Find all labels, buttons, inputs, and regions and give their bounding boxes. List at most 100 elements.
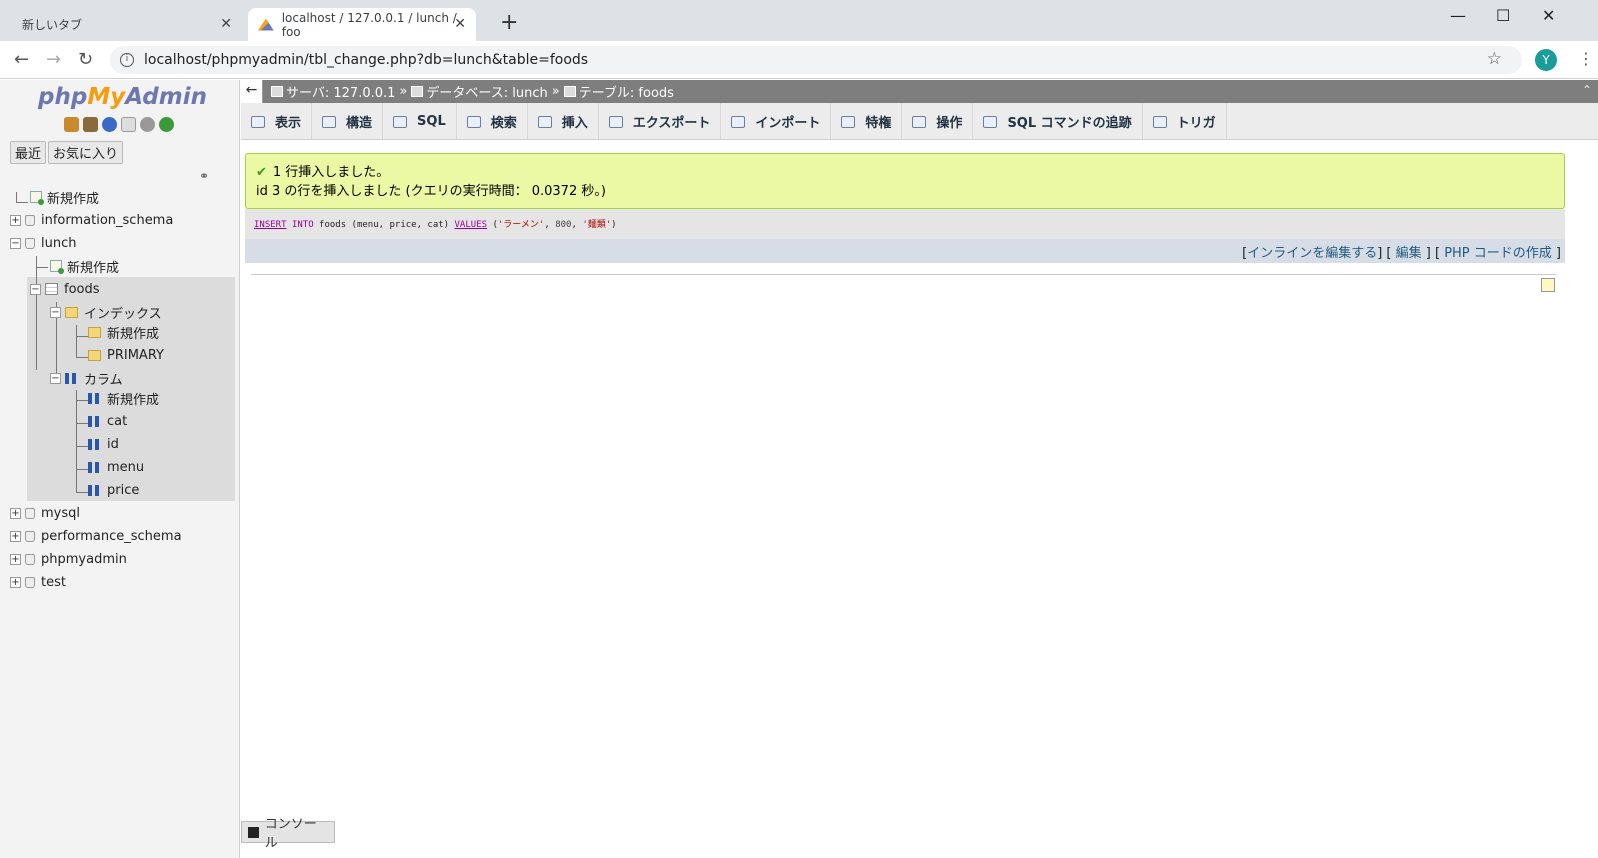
search-icon xyxy=(466,115,481,128)
menu-kebab-icon[interactable]: ⋮ xyxy=(1578,49,1594,68)
browser-tab-phpmyadmin[interactable]: localhost / 127.0.0.1 / lunch / foo ✕ xyxy=(248,8,476,41)
php-code-link[interactable]: PHP コードの作成 xyxy=(1444,246,1552,261)
tab-operations[interactable]: 操作 xyxy=(902,103,974,140)
tab-triggers[interactable]: トリガ xyxy=(1143,103,1227,140)
success-message: ✔ 1 行挿入しました。 id 3 の行を挿入しました (クエリの実行時間： 0.… xyxy=(245,153,1565,209)
minimize-icon[interactable]: — xyxy=(1450,6,1466,25)
url-input[interactable]: i localhost/phpmyadmin/tbl_change.php?db… xyxy=(110,46,1522,74)
favorites-button[interactable]: お気に入り xyxy=(48,141,124,164)
collapse-icon[interactable]: − xyxy=(10,237,21,249)
table-icon xyxy=(45,283,58,295)
table-tabs: 表示 構造 SQL 検索 挿入 エクスポート インポート 特権 操作 SQL コ… xyxy=(241,103,1598,140)
breadcrumb-server[interactable]: サーバ: 127.0.0.1 xyxy=(286,82,395,101)
info-icon[interactable]: i xyxy=(120,53,134,67)
docs-icon[interactable] xyxy=(121,117,136,132)
close-window-icon[interactable]: ✕ xyxy=(1542,6,1555,25)
tree-label: 新規作成 xyxy=(107,392,160,408)
expand-icon[interactable]: + xyxy=(10,530,21,542)
tree-item-column-price[interactable]: price xyxy=(88,479,139,501)
collapse-icon[interactable]: − xyxy=(30,283,41,295)
back-icon[interactable]: ← xyxy=(14,49,29,70)
browser-tab-label: localhost / 127.0.0.1 / lunch / foo xyxy=(281,10,457,39)
collapse-topbar-icon[interactable]: ⌃ xyxy=(1582,83,1592,97)
logout-icon[interactable] xyxy=(83,117,98,132)
tab-label: 挿入 xyxy=(561,116,588,131)
home-icon[interactable] xyxy=(64,117,79,132)
collapse-nav-icon[interactable]: ← xyxy=(241,80,263,103)
tree-item-lunch[interactable]: − lunch xyxy=(10,232,76,254)
forward-icon[interactable]: → xyxy=(46,49,61,70)
console-button[interactable]: コンソール xyxy=(241,817,335,851)
url-text: localhost/phpmyadmin/tbl_change.php?db=l… xyxy=(144,52,589,68)
tree-item-lunch-new[interactable]: 新規作成 xyxy=(50,255,119,277)
help-icon[interactable] xyxy=(102,117,117,132)
collapse-icon[interactable]: − xyxy=(50,306,61,318)
tree-item-column-cat[interactable]: cat xyxy=(88,410,127,432)
tree-line xyxy=(76,469,88,470)
tab-import[interactable]: インポート xyxy=(721,103,832,140)
expand-icon[interactable]: + xyxy=(10,507,21,519)
tree-line xyxy=(76,446,88,447)
expand-icon[interactable]: + xyxy=(10,553,21,565)
tree-label: test xyxy=(41,574,66,590)
tree-item-indexes[interactable]: − インデックス xyxy=(50,301,162,323)
phpmyadmin-logo[interactable]: phpMyAdmin xyxy=(38,84,207,110)
console-label: コンソール xyxy=(264,817,317,851)
tab-tracking[interactable]: SQL コマンドの追跡 xyxy=(973,103,1143,140)
tab-insert[interactable]: 挿入 xyxy=(528,103,599,140)
tree-item-performance-schema[interactable]: + performance_schema xyxy=(10,525,182,547)
tree-line xyxy=(76,357,88,358)
expand-icon[interactable]: + xyxy=(10,214,21,226)
tree-item-column-id[interactable]: id xyxy=(88,433,119,455)
collapse-icon[interactable]: − xyxy=(50,372,61,384)
edit-link[interactable]: 編集 xyxy=(1396,246,1422,261)
tree-label: lunch xyxy=(41,235,77,251)
tree-label: menu xyxy=(107,459,145,475)
tab-search[interactable]: 検索 xyxy=(457,103,528,140)
tree-item-phpmyadmin[interactable]: + phpmyadmin xyxy=(10,548,127,570)
bookmark-star-icon[interactable]: ☆ xyxy=(1487,49,1502,69)
navigation-panel: phpMyAdmin 最近 お気に入り ⚭ 新規作成 + information… xyxy=(0,80,240,858)
column-icon xyxy=(88,484,99,496)
tab-structure[interactable]: 構造 xyxy=(312,103,384,140)
tree-item-column-menu[interactable]: menu xyxy=(88,456,144,478)
profile-avatar[interactable]: Y xyxy=(1535,49,1557,71)
tree-item-mysql[interactable]: + mysql xyxy=(10,502,80,524)
tree-item-information-schema[interactable]: + information_schema xyxy=(10,209,173,231)
tree-item-index-new[interactable]: 新規作成 xyxy=(88,321,159,343)
tab-label: インポート xyxy=(755,116,821,131)
browser-tab-new[interactable]: 新しいタブ ✕ xyxy=(2,8,242,41)
tab-browse[interactable]: 表示 xyxy=(241,103,313,140)
success-line1: 1 行挿入しました。 xyxy=(272,165,390,180)
tree-item-new-db[interactable]: 新規作成 xyxy=(30,186,99,208)
tab-label: 特権 xyxy=(865,116,892,131)
expand-icon[interactable]: + xyxy=(10,576,21,588)
tab-privileges[interactable]: 特権 xyxy=(831,103,903,140)
tab-sql[interactable]: SQL xyxy=(383,103,457,140)
maximize-icon[interactable]: ☐ xyxy=(1496,6,1510,25)
gear-icon[interactable] xyxy=(140,117,155,132)
recent-favorites: 最近 お気に入り xyxy=(10,141,124,164)
inline-edit-link[interactable]: インラインを編集する xyxy=(1247,246,1377,261)
tree-item-primary[interactable]: PRIMARY xyxy=(88,344,164,366)
tab-export[interactable]: エクスポート xyxy=(599,103,722,140)
close-tab-icon[interactable]: ✕ xyxy=(454,16,466,32)
tree-item-column-new[interactable]: 新規作成 xyxy=(88,387,159,409)
bookmark-note-icon[interactable] xyxy=(1541,278,1555,292)
breadcrumb-database[interactable]: データベース: lunch xyxy=(426,82,547,101)
breadcrumb-table[interactable]: テーブル: foods xyxy=(579,82,674,101)
sql-text: ( xyxy=(487,220,498,230)
sql-keyword[interactable]: VALUES xyxy=(455,220,488,230)
recent-button[interactable]: 最近 xyxy=(10,141,47,164)
new-tab-icon[interactable]: + xyxy=(500,10,518,35)
link-icon[interactable]: ⚭ xyxy=(199,169,209,183)
logo-my: My xyxy=(87,84,126,110)
reload-icon[interactable]: ↻ xyxy=(78,49,93,70)
tree-item-test[interactable]: + test xyxy=(10,571,66,593)
sql-keyword[interactable]: INSERT xyxy=(254,220,287,230)
refresh-icon[interactable] xyxy=(159,117,174,132)
breadcrumb-separator: » xyxy=(551,84,560,99)
tree-item-columns[interactable]: − カラム xyxy=(50,367,123,389)
tree-item-foods[interactable]: − foods xyxy=(30,278,100,300)
close-tab-icon[interactable]: ✕ xyxy=(220,16,232,32)
